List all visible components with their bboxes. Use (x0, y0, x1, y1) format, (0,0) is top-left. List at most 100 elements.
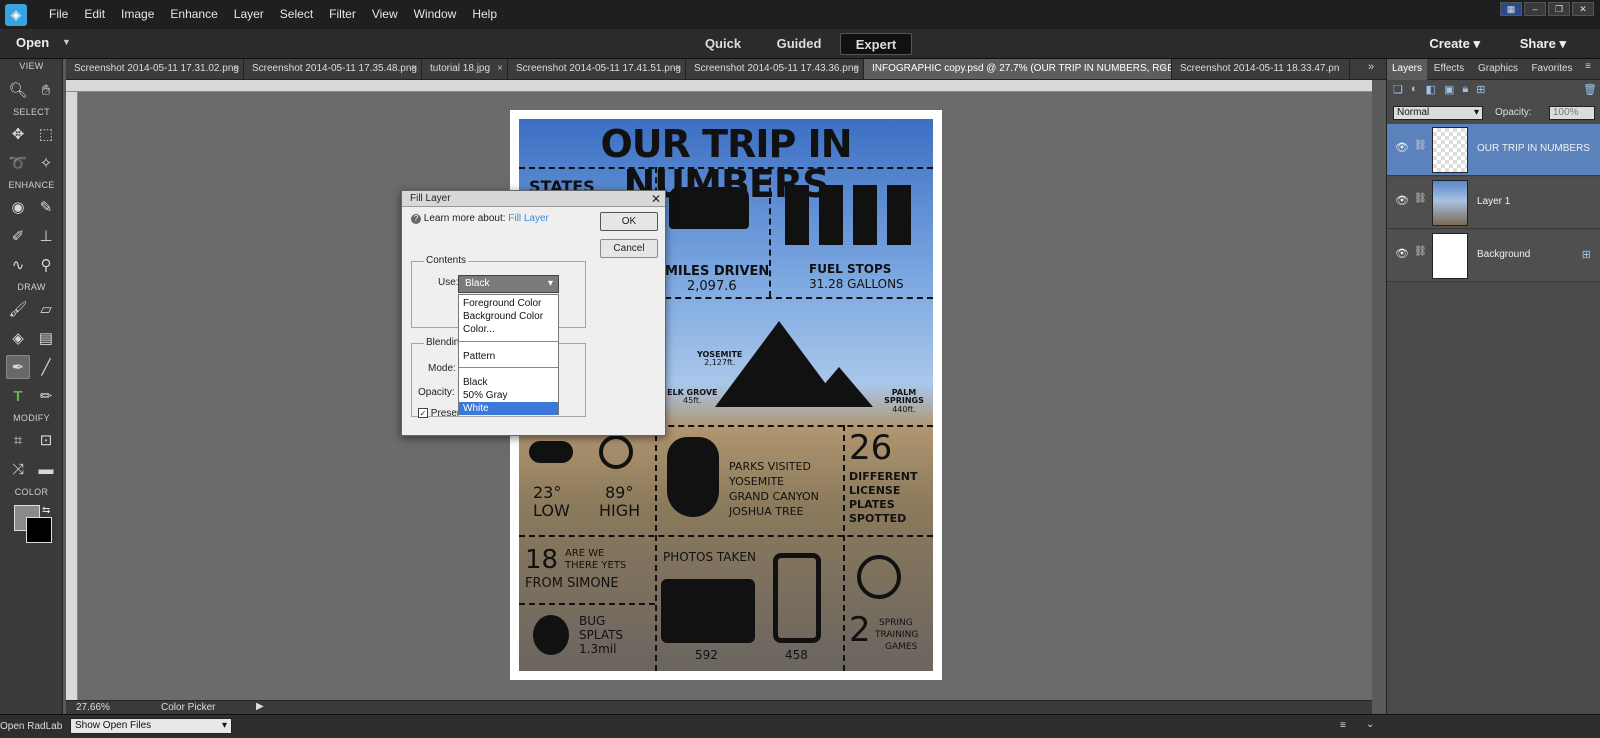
doc-tab[interactable]: Screenshot 2014-05-11 17.43.36.png × (686, 59, 864, 79)
new-group-icon[interactable]: ◐ (1411, 83, 1418, 96)
eye-icon[interactable]: 👁︎ (1395, 141, 1409, 154)
menu-enhance[interactable]: Enhance (162, 0, 225, 29)
hand-tool-icon[interactable]: ✋︎ (34, 78, 58, 102)
menu-layer[interactable]: Layer (226, 0, 272, 29)
paint-bucket-tool-icon[interactable]: ◈ (6, 326, 30, 350)
use-select[interactable]: Black ▾ (458, 275, 559, 293)
option-background-color[interactable]: Background Color (459, 310, 558, 323)
zoom-tool-icon[interactable]: 🔍︎ (6, 78, 30, 102)
spot-healing-tool-icon[interactable]: ✎ (34, 195, 58, 219)
close-tab-icon[interactable]: × (497, 59, 503, 79)
eyedropper-tool-icon[interactable]: ✒ (6, 355, 30, 379)
menu-image[interactable]: Image (113, 0, 162, 29)
doc-tab[interactable]: tutorial 18.jpg × (422, 59, 508, 79)
eye-icon[interactable]: 👁︎ (1395, 194, 1409, 207)
cancel-button[interactable]: Cancel (600, 239, 658, 258)
close-tab-icon[interactable]: × (1161, 59, 1167, 79)
option-foreground-color[interactable]: Foreground Color (459, 297, 558, 310)
opacity-input[interactable]: 100% (1549, 106, 1595, 120)
ok-button[interactable]: OK (600, 212, 658, 231)
type-tool-icon[interactable]: T (6, 384, 30, 408)
layer-row[interactable]: 👁︎ ⛓ Background ⊞ (1387, 230, 1600, 282)
close-icon[interactable]: ✕ (651, 191, 661, 207)
swap-colors-icon[interactable]: ⇆ (42, 505, 50, 516)
lock-icon[interactable]: 🔒︎ (1462, 83, 1468, 96)
menu-file[interactable]: File (41, 0, 76, 29)
crop-tool-icon[interactable]: ⌗ (6, 428, 30, 452)
mode-quick[interactable]: Quick (700, 33, 746, 55)
close-tab-icon[interactable]: × (675, 59, 681, 79)
option-color[interactable]: Color... (459, 323, 558, 336)
new-layer-icon[interactable]: ❏ (1393, 83, 1403, 96)
adjustment-layer-icon[interactable]: ◧ (1426, 83, 1436, 96)
menu-filter[interactable]: Filter (321, 0, 364, 29)
clone-stamp-tool-icon[interactable]: ⊥ (34, 224, 58, 248)
panel-tab-effects[interactable]: Effects (1427, 59, 1471, 80)
brush-tool-icon[interactable]: 🖌︎ (6, 297, 30, 321)
doc-tab[interactable]: Screenshot 2014-05-11 17.31.02.png × (66, 59, 244, 79)
blur-tool-icon[interactable]: ∿ (6, 253, 30, 277)
menu-window[interactable]: Window (406, 0, 465, 29)
menu-select[interactable]: Select (272, 0, 321, 29)
grid-icon[interactable]: ▦ (1500, 2, 1522, 16)
option-white[interactable]: White (459, 402, 558, 415)
menu-edit[interactable]: Edit (76, 0, 113, 29)
doc-tab[interactable]: Screenshot 2014-05-11 17.35.48.png × (244, 59, 422, 79)
doc-tab-active[interactable]: INFOGRAPHIC copy.psd @ 27.7% (OUR TRIP I… (864, 59, 1172, 79)
open-dropdown-icon[interactable]: ▼ (62, 37, 71, 47)
close-tab-icon[interactable]: × (853, 59, 859, 79)
menu-help[interactable]: Help (464, 0, 505, 29)
recompose-tool-icon[interactable]: ⊡ (34, 428, 58, 452)
eye-icon[interactable]: 👁︎ (1395, 247, 1409, 260)
doc-tab[interactable]: Screenshot 2014-05-11 18.33.47.pn (1172, 59, 1350, 79)
collapse-bin-icon[interactable]: ⌄ (1366, 719, 1374, 730)
minimize-icon[interactable]: – (1524, 2, 1546, 16)
mode-expert[interactable]: Expert (840, 33, 912, 55)
mode-guided[interactable]: Guided (773, 33, 825, 55)
panel-tab-graphics[interactable]: Graphics (1471, 59, 1525, 80)
pencil-tool-icon[interactable]: ✏︎ (34, 384, 58, 408)
show-open-files-select[interactable]: Show Open Files ▾ (70, 718, 232, 734)
menu-view[interactable]: View (364, 0, 406, 29)
eraser-tool-icon[interactable]: ▱ (34, 297, 58, 321)
more-tabs-icon[interactable]: » (1368, 61, 1374, 73)
panel-menu-icon[interactable]: ≡ (1585, 61, 1591, 72)
magic-wand-tool-icon[interactable]: ✧ (34, 151, 58, 175)
marquee-tool-icon[interactable]: ⬚ (34, 122, 58, 146)
option-black[interactable]: Black (459, 376, 558, 389)
panel-tab-favorites[interactable]: Favorites (1525, 59, 1579, 80)
close-icon[interactable]: ✕ (1572, 2, 1594, 16)
option-50-gray[interactable]: 50% Gray (459, 389, 558, 402)
layer-row[interactable]: 👁︎ ⛓ OUR TRIP IN NUMBERS (1387, 124, 1600, 176)
doc-tab[interactable]: Screenshot 2014-05-11 17.41.51.png × (508, 59, 686, 79)
status-menu-arrow-icon[interactable]: ▶ (256, 701, 264, 712)
preserve-row[interactable]: ✓ Preser (418, 408, 460, 419)
learn-more-link[interactable]: Fill Layer (508, 213, 549, 224)
gradient-tool-icon[interactable]: ▤ (34, 326, 58, 350)
layer-row[interactable]: 👁︎ ⛓ Layer 1 (1387, 177, 1600, 229)
preserve-checkbox[interactable]: ✓ (418, 408, 428, 418)
parks-line: GRAND CANYON (729, 490, 819, 503)
move-tool-icon[interactable]: ✥ (6, 122, 30, 146)
lasso-tool-icon[interactable]: ➰ (6, 151, 30, 175)
blend-mode-select[interactable]: Normal ▾ (1393, 106, 1483, 120)
option-pattern[interactable]: Pattern (459, 350, 558, 363)
smart-brush-tool-icon[interactable]: ✐ (6, 224, 30, 248)
layer-mask-icon[interactable]: ▣ (1444, 83, 1454, 96)
background-color-swatch[interactable] (26, 517, 52, 543)
trash-icon[interactable]: 🗑︎ (1583, 83, 1597, 96)
create-button[interactable]: Create ▾ (1429, 36, 1480, 52)
content-aware-move-tool-icon[interactable]: ⤨ (6, 457, 30, 481)
panel-tab-layers[interactable]: Layers (1387, 59, 1427, 80)
close-tab-icon[interactable]: × (411, 59, 417, 79)
line-tool-icon[interactable]: ╱ (34, 355, 58, 379)
share-button[interactable]: Share ▾ (1520, 36, 1566, 52)
sponge-tool-icon[interactable]: ⚲ (34, 253, 58, 277)
lock-all-icon[interactable]: ⊞ (1476, 83, 1485, 96)
restore-icon[interactable]: ❐ (1548, 2, 1570, 16)
straighten-tool-icon[interactable]: ▬ (34, 457, 58, 481)
open-button[interactable]: Open (16, 35, 49, 50)
red-eye-tool-icon[interactable]: ◉ (6, 195, 30, 219)
bin-menu-icon[interactable]: ≡ (1340, 720, 1346, 731)
close-tab-icon[interactable]: × (233, 59, 239, 79)
